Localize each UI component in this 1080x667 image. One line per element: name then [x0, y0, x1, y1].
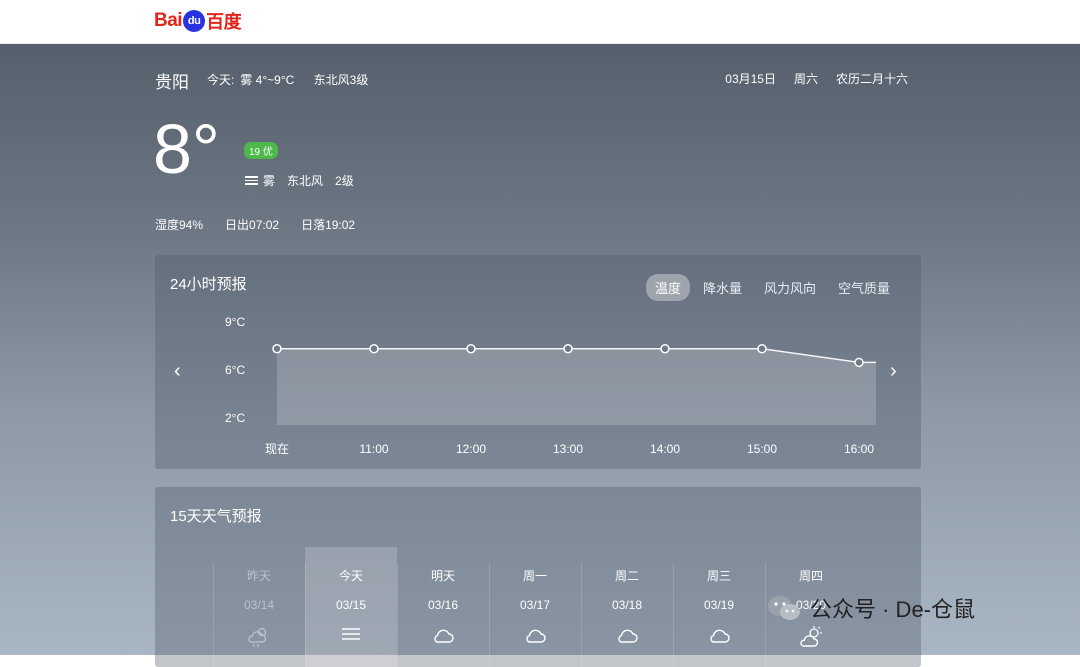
day-date: 03/16	[427, 598, 459, 612]
x-tick-label: 13:00	[553, 442, 583, 456]
cloud-icon	[581, 626, 673, 648]
sunrise: 日出07:02	[225, 218, 280, 232]
condition-text: 雾	[263, 174, 276, 188]
baidu-logo[interactable]: Bai du 百度	[154, 8, 242, 34]
wechat-icon	[768, 596, 800, 620]
current-condition: 雾 东北风 2级	[245, 172, 354, 189]
temperature-chart: 9°C 6°C 2°C 现在 11:00 12:00 13:00 14:00 15:00 16:0…	[225, 315, 876, 456]
day-date: 03/15	[335, 598, 367, 612]
day-name: 今天	[338, 569, 363, 583]
hourly-forecast-panel: 24小时预报 温度 降水量 风力风向 空气质量 ‹ › 9°C 6°C 2°C 现在 1…	[155, 255, 921, 469]
day-name: 明天	[430, 569, 455, 583]
temperature-area	[277, 348, 876, 425]
x-tick-label: 11:00	[359, 442, 388, 456]
wind-level: 2级	[335, 174, 354, 188]
day-divider	[213, 563, 214, 667]
day-column-1[interactable]: 今天 03/15	[305, 547, 397, 667]
today-summary: 今天: 雾 4°~9°C 东北风3级	[207, 71, 374, 88]
temperature-point	[757, 343, 767, 354]
wind-direction: 东北风	[287, 174, 324, 188]
day-column-4[interactable]: 周二 03/18	[581, 547, 673, 667]
y-tick-label: 2°C	[225, 411, 245, 425]
cloud-icon	[673, 626, 765, 648]
today-weather: 雾 4°~9°C	[240, 73, 295, 87]
lunar-date: 农历二月十六	[835, 72, 908, 86]
x-tick-label: 16:00	[844, 442, 874, 456]
day-name: 周三	[706, 569, 731, 583]
logo-text-bai: Bai	[154, 10, 183, 31]
logo-text-baidu-cn: 百度	[206, 12, 242, 32]
day-name: 周四	[798, 569, 823, 583]
humidity: 湿度94%	[155, 218, 204, 232]
temperature-point	[369, 343, 379, 354]
watermark-text: 公众号 · De-仓鼠	[810, 597, 976, 622]
date-info: 03月15日 周六 农历二月十六	[725, 70, 908, 87]
sun-cloud-rain-icon	[213, 626, 305, 648]
city-name: 贵阳	[155, 73, 189, 92]
temperature-point	[854, 357, 864, 368]
day-column-0[interactable]: 昨天 03/14	[213, 547, 305, 667]
fog-icon	[245, 174, 258, 187]
y-tick-label: 6°C	[225, 363, 245, 377]
date: 03月15日	[725, 72, 776, 86]
day-divider	[397, 563, 398, 667]
x-tick-label: 14:00	[650, 442, 680, 456]
x-tick-label: 现在	[265, 442, 289, 456]
day-date: 03/17	[519, 598, 551, 612]
day-name: 周一	[522, 569, 547, 583]
weather-background: 贵阳 今天: 雾 4°~9°C 东北风3级 03月15日 周六 农历二月十六 8°…	[0, 44, 1080, 667]
day-divider	[673, 563, 674, 667]
temperature-point	[466, 343, 476, 354]
weather-stats: 湿度94% 日出07:02 日落19:02	[155, 216, 355, 233]
weekday: 周六	[793, 72, 818, 86]
cloud-icon	[397, 626, 489, 648]
day-divider	[305, 563, 306, 667]
temperature-point	[563, 343, 573, 354]
x-tick-label: 15:00	[747, 442, 777, 456]
day-date: 03/19	[703, 598, 735, 612]
sun-cloud-icon	[765, 626, 857, 648]
day-column-3[interactable]: 周一 03/17	[489, 547, 581, 667]
fog-icon	[305, 626, 397, 648]
day-column-2[interactable]: 明天 03/16	[397, 547, 489, 667]
day-date: 03/18	[611, 598, 643, 612]
cloud-icon	[489, 626, 581, 648]
aqi-badge[interactable]: 19 优	[244, 142, 278, 159]
day-name: 周二	[614, 569, 639, 583]
daily-forecast-panel: 15天天气预报 昨天 03/14 今天 03/15 明天 03/16 周一 03/17 周二 03…	[155, 487, 921, 667]
x-tick-label: 12:00	[456, 442, 486, 456]
day-date: 03/14	[243, 598, 275, 612]
temperature-point	[272, 343, 282, 354]
day-column-5[interactable]: 周三 03/19	[673, 547, 765, 667]
top-bar: Bai du 百度	[0, 0, 1080, 44]
sunset: 日落19:02	[301, 218, 356, 232]
today-wind: 东北风3级	[313, 73, 369, 87]
day-divider	[581, 563, 582, 667]
logo-paw-du: du	[183, 10, 206, 32]
y-tick-label: 9°C	[225, 315, 245, 329]
daily-title: 15天天气预报	[170, 508, 262, 525]
today-label: 今天:	[207, 73, 235, 87]
day-divider	[489, 563, 490, 667]
current-temperature: 8°	[153, 110, 220, 188]
temperature-point	[660, 343, 670, 354]
day-name: 昨天	[246, 569, 271, 583]
wechat-watermark: 公众号 · De-仓鼠	[766, 592, 975, 624]
